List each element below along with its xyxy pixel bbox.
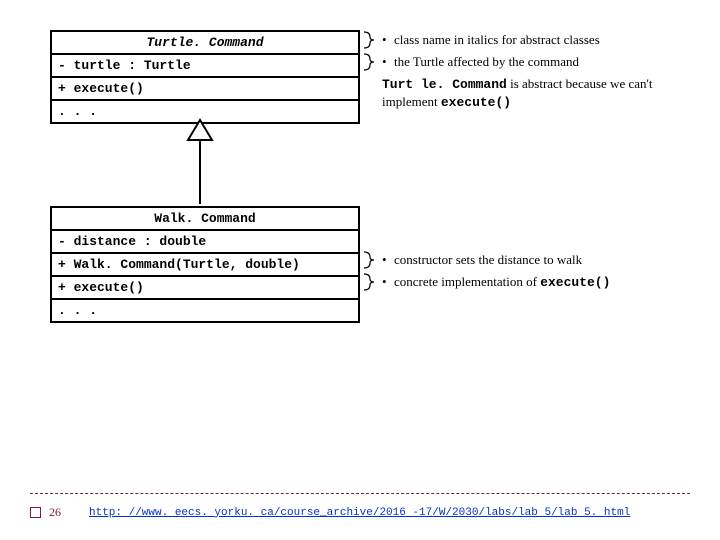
class-name-walkcommand: Walk. Command — [52, 208, 358, 231]
inheritance-arrow-icon — [180, 118, 220, 206]
page-marker-icon — [30, 507, 41, 518]
class-name-turtlecommand: Turtle. Command — [52, 32, 358, 55]
uml-class-turtlecommand: Turtle. Command - turtle : Turtle + exec… — [50, 30, 360, 124]
attr-distance: - distance : double — [52, 231, 358, 254]
op-execute-child: + execute() — [52, 277, 358, 300]
brace-icon — [362, 272, 376, 292]
brace-icon — [362, 30, 376, 50]
dots-child: . . . — [52, 300, 358, 321]
brace-icon — [362, 250, 376, 270]
annotation-abstract-italics: •class name in italics for abstract clas… — [382, 32, 654, 49]
footer-divider — [30, 493, 690, 494]
page-number: 26 — [49, 505, 89, 520]
op-execute-parent: + execute() — [52, 78, 358, 101]
brace-icon — [362, 52, 376, 72]
op-constructor: + Walk. Command(Turtle, double) — [52, 254, 358, 277]
footer-link[interactable]: http: //www. eecs. yorku. ca/course_arch… — [89, 507, 630, 519]
annotation-concrete-execute: •concrete implementation of execute() — [382, 274, 654, 292]
attr-turtle: - turtle : Turtle — [52, 55, 358, 78]
annotation-abstract-reason: Turt le. Command is abstract because we … — [382, 76, 672, 112]
annotation-turtle-field: •the Turtle affected by the command — [382, 54, 654, 71]
annotation-constructor: •constructor sets the distance to walk — [382, 252, 654, 269]
uml-class-walkcommand: Walk. Command - distance : double + Walk… — [50, 206, 360, 323]
